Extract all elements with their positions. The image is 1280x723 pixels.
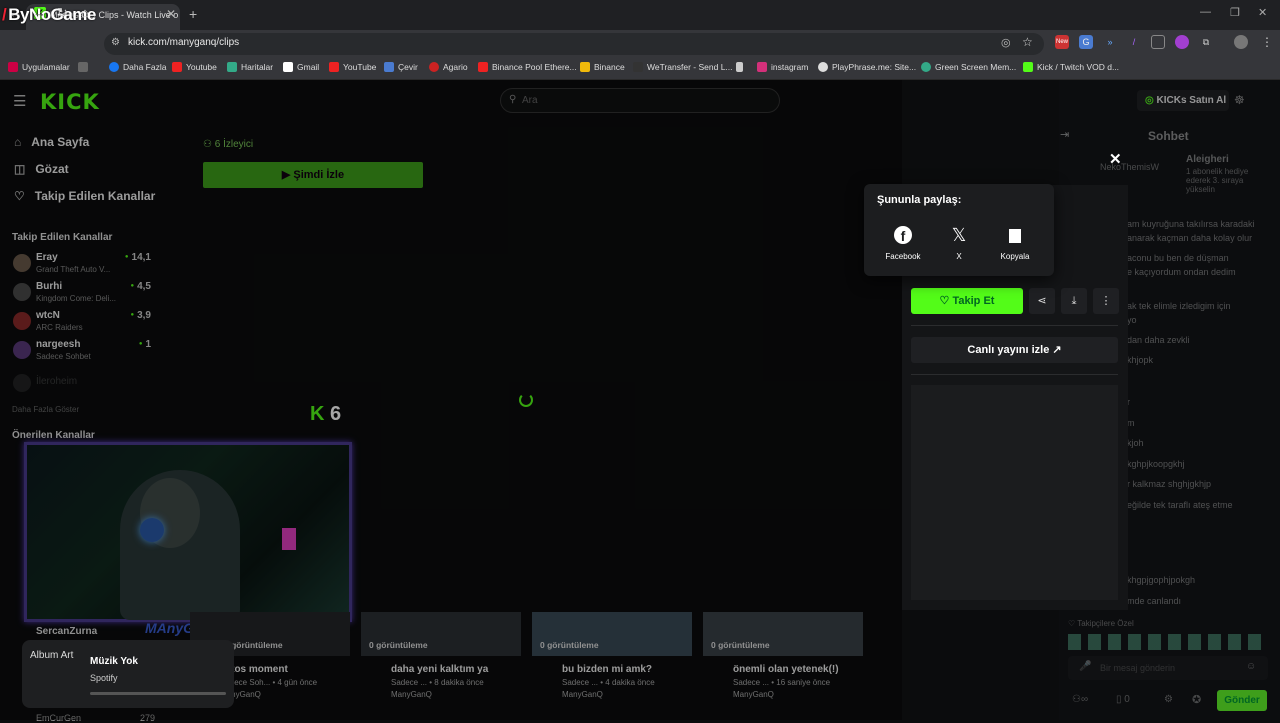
purple-extension-icon[interactable] [1175, 35, 1189, 49]
chat-message: kghpjkoopgkhj [1127, 459, 1185, 469]
share-facebook-button[interactable]: f Facebook [875, 224, 931, 261]
users-icon[interactable]: ⚇∞ [1072, 694, 1088, 705]
reload-icon[interactable]: ↻ [57, 5, 68, 21]
modal-backdrop[interactable] [0, 80, 902, 720]
facebook-icon: f [894, 226, 912, 244]
extension-new-icon[interactable]: New [1055, 35, 1069, 49]
chat-message: dan daha zevkli [1127, 335, 1190, 345]
wave-extension-icon[interactable]: » [1103, 35, 1117, 49]
heart-icon: ♡ [939, 295, 953, 307]
chat-message: kjoh [1127, 438, 1144, 448]
more-vertical-icon: ⋮ [1100, 295, 1112, 307]
share-x-button[interactable]: 𝕏X [931, 224, 987, 261]
browser-menu-icon[interactable]: ⋮ [1261, 35, 1273, 49]
forward-icon[interactable]: → [33, 5, 46, 20]
extensions-puzzle-icon[interactable]: ⧉ [1199, 35, 1213, 49]
pinned-user: Aleigheri [1186, 154, 1229, 165]
emote-row[interactable] [1068, 634, 1266, 650]
bookmark-youtube[interactable]: Youtube [172, 62, 217, 72]
kicks-count: ▯ 0 [1116, 694, 1130, 705]
pinned-subtext: 1 abonelik hediye ederek 3. sıraya yükse… [1186, 167, 1249, 194]
bookmark-wetransfer[interactable]: WeTransfer - Send L... [633, 62, 733, 72]
album-art: Album Art [30, 650, 74, 661]
follow-button[interactable]: ♡ Takip Et [911, 288, 1023, 314]
url-text[interactable]: kick.com/manyganq/clips [128, 37, 239, 48]
more-options-button[interactable]: ⋮ [1093, 288, 1119, 314]
mic-icon[interactable]: 🎤 [1079, 661, 1091, 672]
x-logo-icon: 𝕏 [951, 225, 967, 245]
eye-off-icon[interactable]: ◎ [1001, 36, 1011, 49]
bookmark-cevir[interactable]: Çevir [384, 62, 418, 72]
collapse-chat-icon[interactable]: ⇥ [1060, 128, 1069, 141]
back-icon[interactable]: ← [9, 5, 22, 20]
chat-message: eğilde tek taraflı ateş etme [1127, 500, 1233, 510]
watch-live-button[interactable]: Canlı yayını izle ↗ [911, 337, 1118, 363]
track-title: Müzik Yok [90, 656, 138, 667]
bookmark-binance[interactable]: Binance [580, 62, 625, 72]
bookmark-gmail[interactable]: Gmail [283, 62, 319, 72]
divider [911, 325, 1118, 326]
emoji-icon[interactable]: ☺ [1246, 661, 1256, 672]
download-button[interactable]: ⤓ [1061, 288, 1087, 314]
chat-message: am kuyruğuna takılırsa karadaki [1127, 219, 1255, 229]
chat-message: yo [1127, 315, 1137, 325]
track-progress-bar [90, 692, 226, 695]
chat-message: m [1127, 418, 1135, 428]
window-close-icon[interactable]: ✕ [1258, 6, 1267, 19]
bookmark-daha-fazla[interactable]: Daha Fazla [109, 62, 166, 72]
chat-heading: Sohbet [1148, 129, 1189, 143]
pen-extension-icon[interactable]: / [1127, 35, 1141, 49]
maximize-icon[interactable]: ❐ [1230, 6, 1240, 19]
address-bar[interactable] [104, 33, 1044, 55]
minimize-icon[interactable]: — [1200, 6, 1211, 18]
chat-message: anarak kaçman daha kolay olur [1127, 233, 1253, 243]
chat-message: aconu bu ben de düşman [1127, 253, 1229, 263]
share-button[interactable]: ⋖ [1029, 288, 1055, 314]
download-icon: ⤓ [1071, 295, 1077, 307]
chat-message: khjopk [1127, 355, 1154, 365]
bookmark-apps[interactable]: Uygulamalar [8, 62, 70, 72]
track-source: Spotify [90, 673, 118, 683]
chat-message: ak tek elimle izledigim için [1127, 301, 1231, 311]
clip-preview-frame [911, 385, 1118, 600]
chat-message: r kalkmaz shghjgkhjp [1127, 479, 1212, 489]
heart-icon: ♡ [1068, 619, 1078, 628]
home-icon[interactable]: ⌂ [81, 5, 89, 20]
share-icon: ⋖ [1037, 295, 1047, 307]
bookmark-star-icon[interactable]: ☆ [1022, 35, 1033, 49]
tab-close-icon[interactable]: ✕ [166, 7, 176, 21]
chat-input-placeholder: Bir mesaj gönderin [1100, 663, 1176, 673]
bookmark-playphrase[interactable]: PlayPhrase.me: Site... [818, 62, 916, 72]
bookmark-youtube-2[interactable]: YouTube [329, 62, 376, 72]
close-icon[interactable]: ✕ [1109, 150, 1122, 168]
translate-extension-icon[interactable]: G [1079, 35, 1093, 49]
share-title: Şununla paylaş: [877, 194, 962, 206]
external-link-icon: ↗ [1049, 344, 1062, 356]
chat-message: e kaçıyordum ondan dedim [1127, 267, 1236, 277]
profile-avatar-icon[interactable] [1234, 35, 1248, 49]
bookmark-agario[interactable]: Agario [429, 62, 468, 72]
settings-icon[interactable]: ⚙ [1164, 694, 1173, 705]
subscriber-emotes-label: ♡ Takipçilere Özel [1068, 619, 1134, 628]
chat-message: mde canlandı [1127, 596, 1182, 606]
site-info-icon[interactable]: ⚙ [111, 37, 120, 48]
chat-message: khgpjgophjpokgh [1127, 575, 1196, 585]
new-tab-button[interactable]: + [189, 6, 197, 22]
send-button[interactable]: Gönder [1217, 690, 1267, 711]
bookmark-kick-twitch-vod[interactable]: Kick / Twitch VOD d... [1023, 62, 1119, 72]
bookmark-binance-pool[interactable]: Binance Pool Ethere... [478, 62, 577, 72]
bookmark-haritalar[interactable]: Haritalar [227, 62, 273, 72]
grid-icon[interactable] [78, 62, 88, 72]
divider [911, 374, 1118, 375]
copy-link-button[interactable]: Kopyala [987, 224, 1043, 261]
copy-icon [1009, 229, 1021, 243]
bookmark-green-screen[interactable]: Green Screen Mem... [921, 62, 1016, 72]
bookmark-instagram[interactable]: instagram [757, 62, 808, 72]
screenshot-extension-icon[interactable] [1151, 35, 1165, 49]
badge-icon[interactable]: ✪ [1192, 693, 1201, 706]
document-icon[interactable] [736, 62, 743, 72]
